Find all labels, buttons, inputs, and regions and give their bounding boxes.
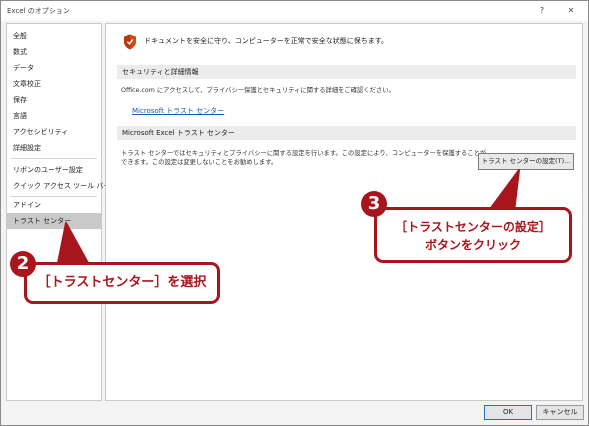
step-3-badge: 3 bbox=[361, 191, 387, 217]
callout-select-trust-center: ［トラストセンター］を選択 bbox=[24, 262, 220, 304]
step-2-badge: 2 bbox=[10, 251, 36, 277]
callout2-text: ［トラストセンター］を選択 bbox=[37, 275, 207, 290]
callout3-line1: ［トラストセンターの設定］ bbox=[395, 220, 551, 234]
callout-click-trust-center-settings: ［トラストセンターの設定］ ボタンをクリック bbox=[374, 207, 572, 263]
callout2-pointer bbox=[57, 222, 89, 264]
callout3-line2: ボタンをクリック bbox=[424, 238, 521, 252]
callout3-pointer bbox=[487, 169, 520, 213]
